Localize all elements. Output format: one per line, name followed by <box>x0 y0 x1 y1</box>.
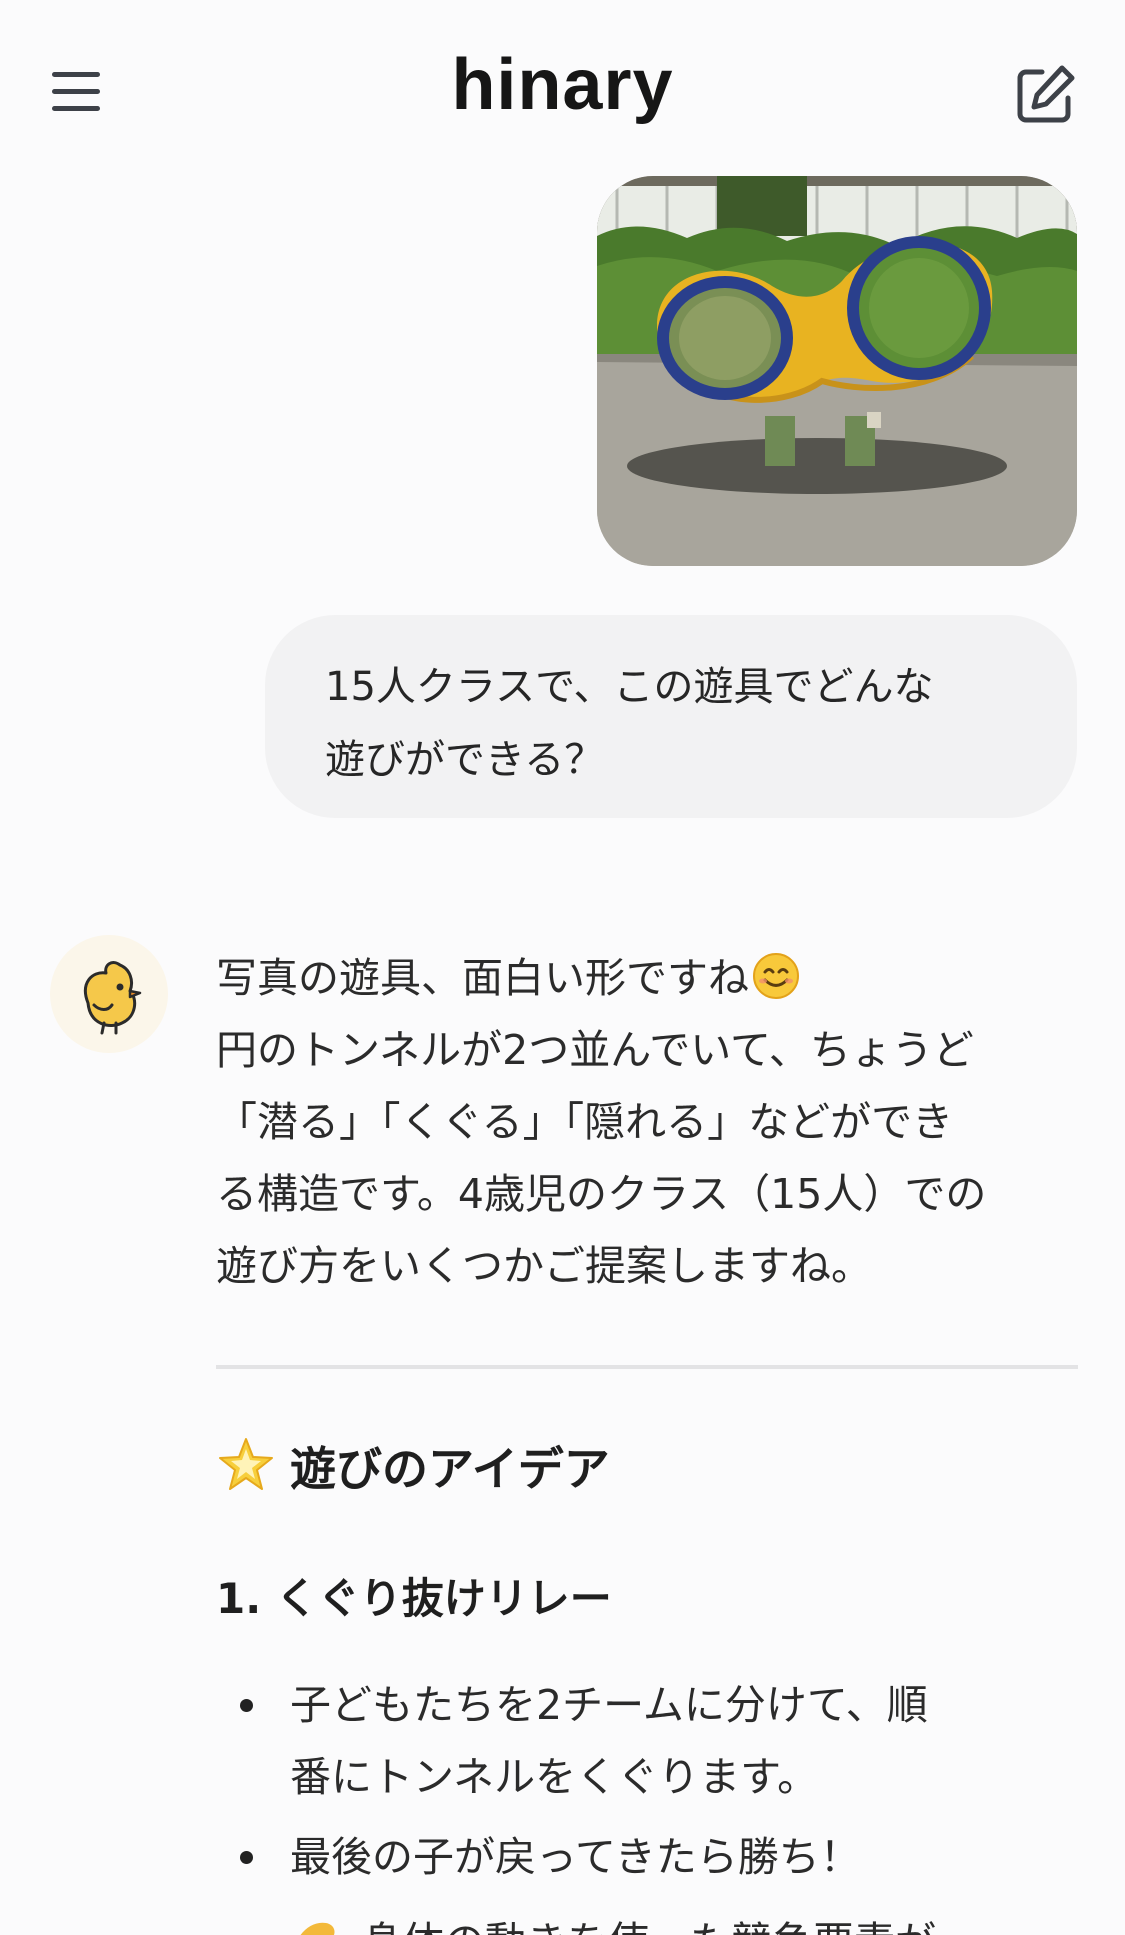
bullet-dot <box>240 1699 253 1712</box>
intro-line-3: 「潜る」「くぐる」「隠れる」などができ <box>216 1098 954 1146</box>
intro-line-2: 円のトンネルが2つ並んでいて、ちょうど <box>216 1026 974 1074</box>
glowing-star-icon <box>219 1438 273 1490</box>
assistant-message: 写真の遊具、面白い形ですね 円のトンネルが2つ並んでいて、ちょうど 「潜る」「く… <box>216 942 1078 1302</box>
idea-1-title: 1. くぐり抜けリレー <box>216 1574 612 1623</box>
playground-equipment-photo[interactable] <box>597 176 1077 566</box>
user-message-line-1: 15人クラスで、この遊具でどんな <box>325 664 934 710</box>
list-item: 最後の子が戻ってきたら勝ち！ <box>216 1821 1078 1893</box>
flexed-arm-emoji-icon <box>300 1922 335 1935</box>
chick-icon <box>50 935 168 1053</box>
intro-line-5: 遊び方をいくつかご提案しますね。 <box>216 1242 872 1290</box>
top-bar: hinary <box>0 0 1125 175</box>
smiling-face-emoji-icon <box>753 953 799 999</box>
cut-off-line: 身体の動きを使った競争要素が <box>362 1906 936 1935</box>
bullet-dot <box>240 1851 253 1864</box>
intro-line-1: 写真の遊具、面白い形ですね <box>216 942 1078 1014</box>
idea-1-bullets: 子どもたちを2チームに分けて、順 番にトンネルをくぐります。 最後の子が戻ってき… <box>216 1669 1078 1901</box>
chat-screen: hinary 15人クラスで、この遊具でどんな 遊びができる？ 写真の遊具、面白… <box>0 0 1125 1935</box>
assistant-intro: 写真の遊具、面白い形ですね 円のトンネルが2つ並んでいて、ちょうど 「潜る」「く… <box>216 942 1078 1302</box>
section-title: 遊びのアイデア <box>216 1434 610 1504</box>
user-message-bubble: 15人クラスで、この遊具でどんな 遊びができる？ <box>265 615 1077 818</box>
user-message-line-2: 遊びができる？ <box>325 737 605 783</box>
app-logo: hinary <box>451 45 674 125</box>
new-chat-pencil-icon[interactable] <box>1012 62 1078 128</box>
section-divider <box>216 1365 1078 1369</box>
intro-line-4: る構造です。4歳児のクラス（15人）での <box>216 1170 987 1218</box>
list-item: 子どもたちを2チームに分けて、順 番にトンネルをくぐります。 <box>216 1669 1078 1813</box>
